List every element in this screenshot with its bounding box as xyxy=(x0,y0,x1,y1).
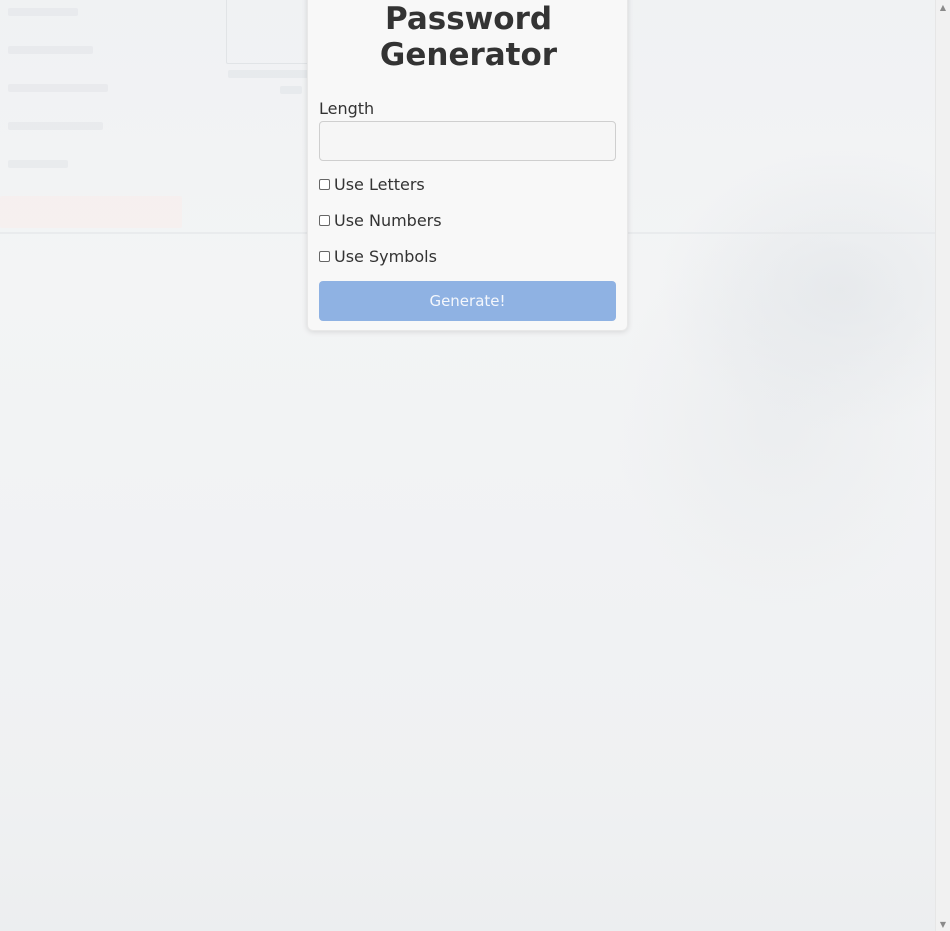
faded-menu-line xyxy=(8,46,93,54)
use-letters-option[interactable]: Use Letters xyxy=(319,174,425,194)
faded-menu-line xyxy=(8,122,103,130)
use-symbols-option[interactable]: Use Symbols xyxy=(319,246,437,266)
faded-menu-line xyxy=(8,84,108,92)
use-letters-label[interactable]: Use Letters xyxy=(334,175,425,194)
faded-menu-line xyxy=(8,8,78,16)
use-symbols-checkbox[interactable] xyxy=(319,250,330,262)
faded-background-highlight xyxy=(0,196,182,228)
password-generator-card: Password Generator Length Use Letters Us… xyxy=(307,0,628,331)
faded-background-caption xyxy=(280,86,302,94)
use-symbols-label[interactable]: Use Symbols xyxy=(334,247,437,266)
use-numbers-checkbox[interactable] xyxy=(319,214,330,226)
faded-menu-line xyxy=(8,160,68,168)
chevron-down-icon[interactable]: ▼ xyxy=(936,917,950,931)
use-numbers-option[interactable]: Use Numbers xyxy=(319,210,442,230)
title-line-2: Generator xyxy=(379,37,558,73)
vertical-scrollbar[interactable]: ▲ ▼ xyxy=(935,0,950,931)
use-numbers-label[interactable]: Use Numbers xyxy=(334,211,442,230)
title-line-1: Password xyxy=(384,1,553,37)
generate-button[interactable]: Generate! xyxy=(319,281,616,321)
faded-background-menu xyxy=(8,8,208,198)
length-input[interactable] xyxy=(319,121,616,161)
chevron-up-icon[interactable]: ▲ xyxy=(936,0,950,14)
use-letters-checkbox[interactable] xyxy=(319,178,330,190)
page-title: Password Generator xyxy=(308,1,629,73)
length-label: Length xyxy=(319,99,375,118)
